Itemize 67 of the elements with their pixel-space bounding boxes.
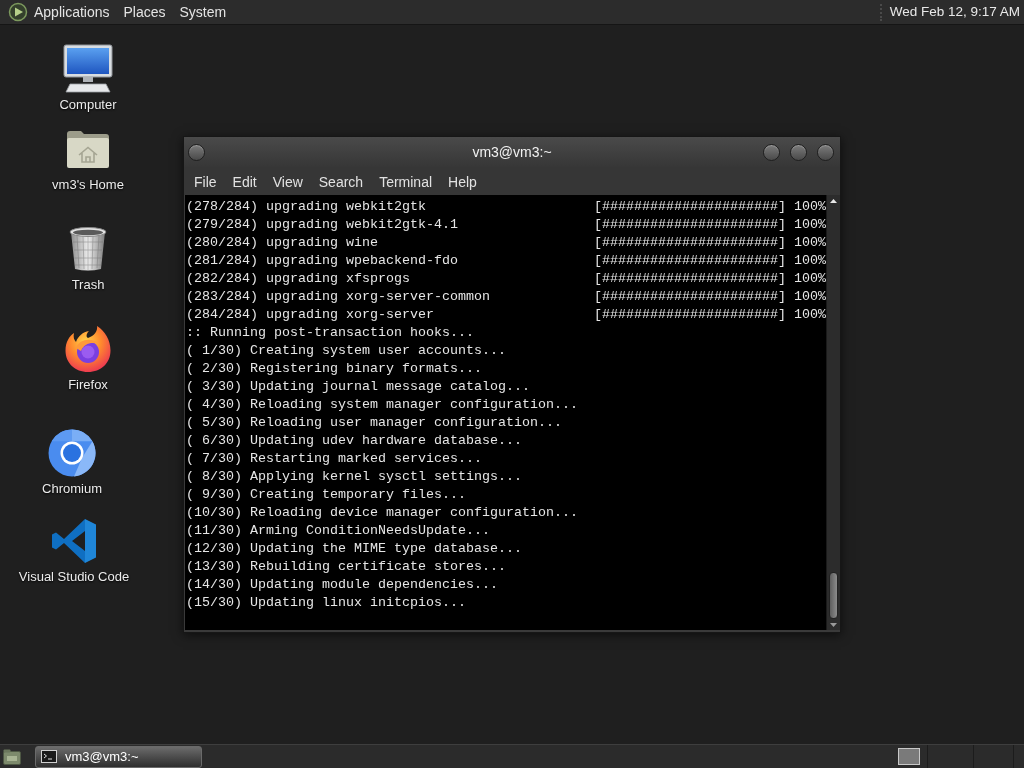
maximize-button[interactable]	[790, 144, 807, 161]
panel-menu[interactable]: System	[172, 1, 234, 23]
menu-item[interactable]: Edit	[224, 170, 265, 193]
progress-text: [######################] 100%	[594, 252, 826, 270]
progress-text: [######################] 100%	[594, 234, 826, 252]
scrollbar[interactable]	[826, 195, 840, 630]
terminal-line: ( 3/30) Updating journal message catalog...	[186, 379, 530, 394]
show-desktop-icon[interactable]	[3, 748, 21, 765]
scrollbar-thumb[interactable]	[829, 572, 838, 619]
desktop-icon-label[interactable]: Computer	[59, 97, 117, 113]
window-menu-button[interactable]	[188, 144, 205, 161]
drag-handle-icon[interactable]	[878, 3, 883, 21]
terminal-line: :: Running post-transaction hooks...	[186, 325, 474, 340]
terminal-line: (279/284) upgrading webkit2gtk-4.1	[186, 217, 458, 232]
taskbar-button[interactable]: vm3@vm3:~	[35, 745, 202, 768]
terminal-line: (10/30) Reloading device manager configuration...	[186, 505, 578, 520]
terminal-icon	[41, 750, 57, 763]
ribbon-logo-icon[interactable]	[51, 518, 97, 564]
terminal-line: ( 4/30) Reloading system manager configuration...	[186, 397, 578, 412]
terminal-line: (281/284) upgrading wpebackend-fdo	[186, 253, 458, 268]
trash-icon[interactable]	[68, 226, 108, 272]
workspace-switcher[interactable]	[898, 748, 920, 765]
progress-text: [######################] 100%	[594, 288, 826, 306]
terminal-line: (11/30) Arming ConditionNeedsUpdate...	[186, 523, 490, 538]
close-button[interactable]	[817, 144, 834, 161]
panel-menu[interactable]: Places	[116, 1, 173, 23]
terminal-line: (12/30) Updating the MIME type database...	[186, 541, 522, 556]
progress-text: [######################] 100%	[594, 306, 826, 324]
terminal-line: ( 5/30) Reloading user manager configuration...	[186, 415, 562, 430]
fox-globe-icon[interactable]	[64, 325, 112, 373]
minimize-button[interactable]	[763, 144, 780, 161]
terminal-line: ( 1/30) Creating system user accounts...	[186, 343, 506, 358]
menu-item[interactable]: View	[264, 170, 311, 193]
home-folder-icon[interactable]	[66, 129, 110, 169]
progress-text: [######################] 100%	[594, 270, 826, 288]
menu-item[interactable]: Help	[440, 170, 485, 193]
progress-text: [######################] 100%	[594, 198, 826, 216]
terminal-line: ( 6/30) Updating udev hardware database...	[186, 433, 522, 448]
menu-item[interactable]: Terminal	[371, 170, 441, 193]
terminal-line: (280/284) upgrading wine	[186, 235, 378, 250]
terminal-line: ( 9/30) Creating temporary files...	[186, 487, 466, 502]
menu-item[interactable]: Search	[310, 170, 372, 193]
desktop-icon-label[interactable]: Chromium	[42, 481, 102, 497]
menu-item[interactable]: File	[186, 170, 225, 193]
terminal-line: (284/284) upgrading xorg-server	[186, 307, 434, 322]
progress-text: [######################] 100%	[594, 216, 826, 234]
desktop-icon-label[interactable]: Visual Studio Code	[18, 569, 130, 585]
window-title: vm3@vm3:~	[472, 143, 552, 162]
desktop-icon-label[interactable]: vm3's Home	[52, 177, 124, 193]
terminal-line: (278/284) upgrading webkit2gtk	[186, 199, 426, 214]
terminal-line: (13/30) Rebuilding certificate stores...	[186, 559, 506, 574]
ring-logo-icon[interactable]	[48, 429, 96, 477]
panel-menu[interactable]: Applications	[27, 1, 117, 23]
terminal-line: (282/284) upgrading xfsprogs	[186, 271, 410, 286]
terminal-line: (15/30) Updating linux initcpios...	[186, 595, 466, 610]
terminal-line: ( 7/30) Restarting marked services...	[186, 451, 482, 466]
app-menu-icon[interactable]	[8, 2, 28, 22]
desktop-icon-label[interactable]: Firefox	[68, 377, 108, 393]
title-bar[interactable]: vm3@vm3:~	[184, 137, 840, 168]
terminal-line: ( 8/30) Applying kernel sysctl settings...	[186, 469, 522, 484]
terminal-line: ( 2/30) Registering binary formats...	[186, 361, 482, 376]
clock[interactable]: Wed Feb 12, 9:17 AM	[889, 1, 1020, 23]
terminal-line: (283/284) upgrading xorg-server-common	[186, 289, 490, 304]
terminal-line: (14/30) Updating module dependencies...	[186, 577, 498, 592]
monitor-icon[interactable]	[63, 44, 113, 94]
desktop-icon-label[interactable]: Trash	[71, 277, 105, 293]
scroll-down-icon[interactable]	[827, 620, 840, 630]
